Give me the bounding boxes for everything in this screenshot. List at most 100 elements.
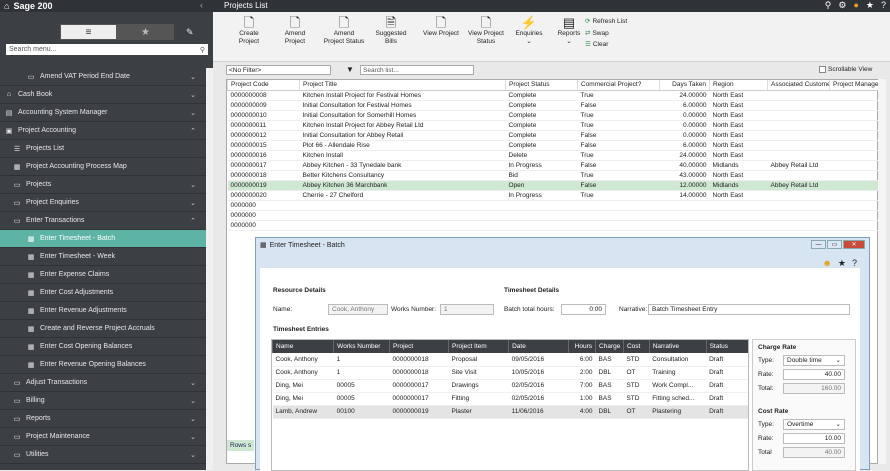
column-header[interactable]: Project xyxy=(388,340,449,353)
table-row[interactable]: Ding, Mei 00005 0000000017 Drawings 02/05/20… xyxy=(272,379,748,393)
sidebar-item[interactable]: ▤ Accounting System Manager ⌄ xyxy=(0,104,206,122)
chevron-icon[interactable]: ⌄ xyxy=(190,73,196,81)
filter-select[interactable]: <No Filter> xyxy=(226,65,331,75)
column-header[interactable]: Narrative xyxy=(648,340,707,353)
works-number-field[interactable]: 1 xyxy=(440,304,494,315)
column-header[interactable]: Charge xyxy=(595,340,624,353)
table-row[interactable]: Cook, Anthony 1 0000000018 Site Visit 10/05/… xyxy=(272,366,748,380)
ribbon-button[interactable]: ▤ Reports ⌄ xyxy=(549,16,589,46)
list-search-input[interactable]: Search list... xyxy=(360,65,474,75)
sidebar-item[interactable]: ▦ Enter Cost Opening Balances xyxy=(0,338,206,356)
charge-rate-field[interactable]: 40.00 xyxy=(783,369,845,380)
sidebar-item[interactable]: ☰ Projects List xyxy=(0,140,206,158)
ribbon-button[interactable]: 🗋 Amend Project xyxy=(275,16,315,46)
sidebar-item[interactable]: ▦ Enter Revenue Adjustments xyxy=(0,302,206,320)
chevron-icon[interactable]: ⌄ xyxy=(190,415,196,423)
chevron-icon[interactable]: ⌄ xyxy=(190,397,196,405)
chevron-icon[interactable]: ⌄ xyxy=(190,109,196,117)
column-header[interactable]: Region xyxy=(709,80,768,91)
table-row[interactable]: 0000000016 Kitchen Install Delete True 24.00… xyxy=(227,150,880,161)
filter-icon[interactable]: ▼ xyxy=(346,65,354,74)
column-header[interactable]: Project Status xyxy=(505,80,578,91)
charge-type-select[interactable]: Double time ⌄ xyxy=(783,355,845,366)
column-header[interactable]: Date xyxy=(508,340,569,353)
table-row[interactable]: 0000000018 Better Kitchens Consultancy Bid… xyxy=(227,170,880,181)
table-row[interactable]: 0000000010 Initial Consultation for Somer… xyxy=(227,110,880,121)
menu-search-input[interactable]: Search menu... ⚲ xyxy=(6,44,208,55)
search-icon[interactable]: ⚲ xyxy=(825,0,832,11)
sidebar-item[interactable]: ▦ Enter Cost Adjustments xyxy=(0,284,206,302)
chevron-icon[interactable]: ⌄ xyxy=(190,451,196,459)
sidebar-item[interactable]: ▭ Project Maintenance ⌄ xyxy=(0,428,206,446)
ribbon-button[interactable]: 🗋 View Project Status xyxy=(465,16,507,46)
ribbon-button[interactable]: 🗎 Suggested Bills xyxy=(371,16,411,46)
column-header[interactable]: Commercial Project? xyxy=(577,80,660,91)
brand[interactable]: ⌂ Sage 200 xyxy=(4,0,52,12)
sidebar-item[interactable]: ▦ Project Accounting Process Map xyxy=(0,158,206,176)
batch-hours-field[interactable]: 0:00 xyxy=(561,304,606,315)
chevron-icon[interactable]: ⌃ xyxy=(190,127,196,135)
sidebar-item[interactable]: ▭ Amend VAT Period End Date ⌄ xyxy=(0,68,206,86)
sidebar-item[interactable]: ▦ Create and Reverse Project Accruals xyxy=(0,320,206,338)
table-row[interactable]: 0000000015 Plot 66 - Allendale Rise Comple… xyxy=(227,140,880,151)
scrollable-view-toggle[interactable]: Scrollable View xyxy=(819,66,872,73)
notification-icon[interactable]: ● xyxy=(853,0,858,11)
table-row[interactable]: 0000000020 Cherrie - 27 Chelford In Progre… xyxy=(227,190,880,201)
ribbon-button[interactable]: 🗋 View Project xyxy=(421,16,461,38)
column-header[interactable]: Cost xyxy=(622,340,650,353)
column-header[interactable]: Project Item xyxy=(448,340,509,353)
narrative-field[interactable]: Batch Timesheet Entry xyxy=(648,304,850,315)
favourite-icon[interactable]: ★ xyxy=(866,0,874,11)
table-row[interactable]: Lamb, Andrew 00100 0000000019 Plaster 11/06/… xyxy=(272,405,748,419)
table-row[interactable]: 0000000019 Abbey Kitchen 36 Marchbank Open… xyxy=(227,180,880,191)
scrollable-view-checkbox[interactable] xyxy=(819,66,826,73)
minimize-button[interactable]: — xyxy=(811,240,826,249)
sidebar-scrollbar[interactable] xyxy=(206,68,213,470)
table-row[interactable]: 0000000009 Initial Consultation for Festi… xyxy=(227,100,880,111)
column-header[interactable]: Days Taken xyxy=(659,80,710,91)
ribbon-button[interactable]: 🗋 Create Project xyxy=(229,16,269,46)
sidebar-item[interactable]: ▭ Billing ⌄ xyxy=(0,392,206,410)
table-row[interactable]: Cook, Anthony 1 0000000018 Proposal 09/05/20… xyxy=(272,353,748,367)
chevron-icon[interactable]: ⌄ xyxy=(190,433,196,441)
table-row[interactable]: 0000000 xyxy=(227,200,880,211)
sidebar-item[interactable]: ▦ Enter Expense Claims xyxy=(0,266,206,284)
table-row[interactable]: 0000000012 Initial Consultation for Abbey… xyxy=(227,130,880,141)
sidebar-item[interactable]: ▦ Enter Timesheet - Batch xyxy=(0,230,206,248)
column-header[interactable]: Status xyxy=(705,340,748,353)
column-header[interactable]: Project Title xyxy=(299,80,506,91)
swap-button[interactable]: ⇄ Swap xyxy=(585,29,609,38)
sidebar-item[interactable]: ▭ Projects ⌄ xyxy=(0,176,206,194)
column-header[interactable]: Project Code xyxy=(227,80,300,91)
sidebar-item[interactable]: ⌂ Cash Book ⌄ xyxy=(0,86,206,104)
sidebar-item[interactable]: ▭ Project Enquiries ⌄ xyxy=(0,194,206,212)
chevron-icon[interactable]: ⌄ xyxy=(190,91,196,99)
sidebar-item[interactable]: ▭ Adjust Transactions ⌄ xyxy=(0,374,206,392)
chevron-icon[interactable]: ⌄ xyxy=(190,379,196,387)
favourites-tab[interactable]: ★ xyxy=(117,24,174,40)
pin-icon[interactable]: ✎ xyxy=(186,27,194,38)
table-row[interactable]: 0000000 xyxy=(227,210,880,221)
chevron-icon[interactable]: ⌃ xyxy=(190,217,196,225)
ribbon-button[interactable]: 🗋 Amend Project Status xyxy=(323,16,365,46)
table-row[interactable]: 0000000008 Kitchen Install Project for Fe… xyxy=(227,90,880,101)
column-header[interactable]: Associated Customer xyxy=(767,80,830,91)
table-row[interactable]: 0000000011 Kitchen Install Project for Ab… xyxy=(227,120,880,131)
menu-tab[interactable]: ≡ xyxy=(60,24,117,40)
sidebar-item[interactable]: ▭ Utilities ⌄ xyxy=(0,446,206,464)
help-icon[interactable]: ? xyxy=(881,0,886,11)
column-header[interactable]: Hours xyxy=(568,340,596,353)
sidebar-item[interactable]: ▣ Project Accounting ⌃ xyxy=(0,122,206,140)
name-field[interactable]: Cook, Anthony xyxy=(328,304,388,315)
table-row[interactable]: Ding, Mei 00005 0000000017 Fitting 02/05/201… xyxy=(272,392,748,406)
table-row[interactable]: 0000000 xyxy=(227,220,880,231)
column-header[interactable]: Name xyxy=(271,340,334,353)
maximize-button[interactable]: ▭ xyxy=(827,240,842,249)
ribbon-button[interactable]: ⚡ Enquiries ⌄ xyxy=(509,16,549,46)
settings-icon[interactable]: ⚙ xyxy=(838,0,846,11)
sidebar-item[interactable]: ▦ Enter Timesheet - Week xyxy=(0,248,206,266)
sidebar-item[interactable]: ▦ Enter Revenue Opening Balances xyxy=(0,356,206,374)
table-row[interactable]: 0000000017 Abbey Kitchen - 33 Tynedale ba… xyxy=(227,160,880,171)
cost-rate-field[interactable]: 10.00 xyxy=(783,433,845,444)
refresh-button[interactable]: ⟳ Refresh List xyxy=(585,17,627,26)
